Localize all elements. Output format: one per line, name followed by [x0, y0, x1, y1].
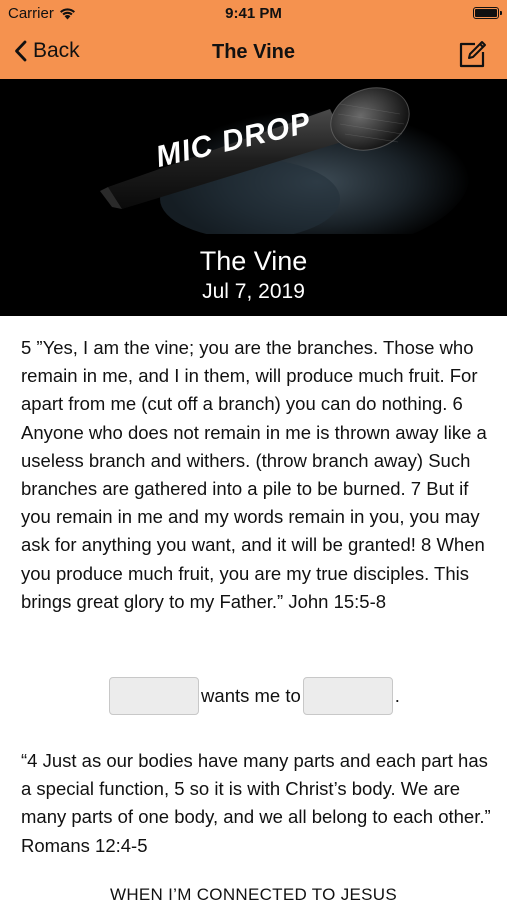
top-bar: Carrier 9:41 PM Back The Vine: [0, 0, 507, 79]
scripture-passage: 5 ”Yes, I am the vine; you are the branc…: [21, 334, 489, 616]
sermon-header: The Vine Jul 7, 2019: [0, 234, 507, 316]
microphone-artwork: MIC DROP: [0, 79, 507, 234]
sermon-title: The Vine: [199, 246, 308, 276]
fill-in-text: wants me to: [201, 685, 301, 706]
battery-icon: [473, 7, 502, 19]
blank-input-1[interactable]: [109, 677, 200, 715]
section-heading: WHEN I’M CONNECTED TO JESUS: [109, 885, 398, 904]
blank-input-2[interactable]: [302, 677, 393, 715]
status-bar: Carrier 9:41 PM: [0, 0, 507, 26]
nav-title: The Vine: [212, 41, 295, 63]
navigation-bar: Back The Vine: [0, 30, 507, 76]
scripture-paragraph-john: 5 ”Yes, I am the vine; you are the branc…: [21, 337, 487, 612]
fill-in-period: .: [394, 685, 400, 706]
sermon-banner-image: MIC DROP: [0, 79, 507, 234]
status-time: 9:41 PM: [225, 5, 282, 22]
sermon-date: Jul 7, 2019: [202, 280, 305, 303]
scripture-paragraph-romans: “4 Just as our bodies have many parts an…: [21, 750, 491, 856]
compose-icon[interactable]: [455, 36, 489, 70]
fill-in-blank-row: wants me to .: [0, 675, 507, 717]
